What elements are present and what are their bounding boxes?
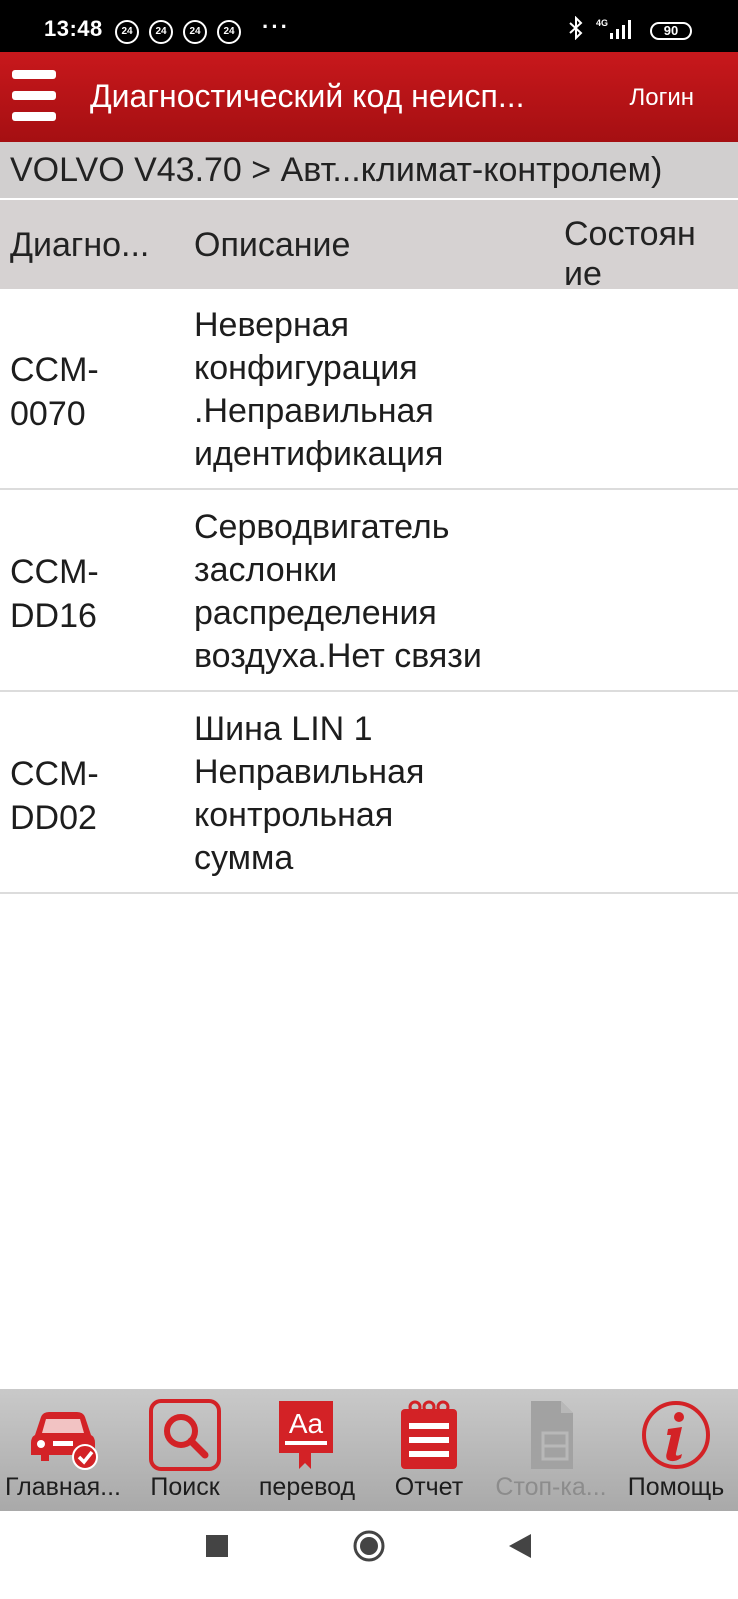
bottom-toolbar: Главная... Поиск Aa перевод Отчет Стоп-к…: [0, 1389, 738, 1511]
dtc-code: CCM- DD16: [10, 553, 99, 635]
table-row[interactable]: CCM- DD02 Шина LIN 1 Неправильная контрол…: [0, 694, 738, 894]
status-time: 13:48: [44, 16, 103, 41]
login-button[interactable]: Логин: [629, 84, 694, 112]
home-label: Главная...: [5, 1473, 121, 1501]
table-row[interactable]: CCM- DD16 Серводвигатель заслонки распред…: [0, 492, 738, 692]
breadcrumb: VOLVO V43.70 > Авт...климат-контролем): [0, 142, 738, 198]
notification-badge: 24: [115, 20, 139, 44]
system-nav-bar: [0, 1511, 738, 1599]
bluetooth-icon: [569, 16, 583, 40]
column-header-status: Состоян ие: [564, 215, 696, 289]
home-nav-icon[interactable]: [352, 1529, 386, 1563]
network-type: 4G: [596, 18, 609, 28]
page-title: Диагностический код неисп...: [90, 78, 525, 114]
report-button[interactable]: Отчет: [370, 1389, 488, 1511]
search-icon: [149, 1399, 221, 1471]
menu-button[interactable]: [12, 70, 56, 126]
search-label: Поиск: [150, 1473, 220, 1501]
dtc-description: Неверная конфигурация .Неправильная иден…: [194, 306, 444, 473]
dtc-code: CCM- DD02: [10, 755, 99, 837]
report-label: Отчет: [394, 1473, 464, 1501]
notification-badge: 24: [217, 20, 241, 44]
dtc-code: CCM- 0070: [10, 351, 99, 433]
freeze-frame-button[interactable]: Стоп-ка...: [488, 1389, 614, 1511]
freeze-frame-icon: [531, 1401, 573, 1469]
status-bar: 13:48 24 24 24 24 ··· 4G 90: [0, 0, 738, 52]
help-label: Помощь: [627, 1473, 725, 1501]
column-header-code: Диагно...: [10, 226, 150, 264]
notification-badge: 24: [149, 20, 173, 44]
translate-icon: Aa: [279, 1401, 333, 1469]
report-icon: [401, 1400, 457, 1469]
home-button[interactable]: Главная...: [0, 1389, 126, 1511]
freeze-frame-label: Стоп-ка...: [495, 1473, 607, 1501]
signal-icon: [610, 20, 631, 39]
more-notifications-icon: ···: [262, 14, 290, 39]
recents-icon[interactable]: [205, 1534, 229, 1558]
dtc-description: Шина LIN 1 Неправильная контрольная сумм…: [194, 710, 425, 877]
search-button[interactable]: Поиск: [126, 1389, 244, 1511]
column-header-description: Описание: [194, 226, 351, 264]
notification-badge: 24: [183, 20, 207, 44]
dtc-description: Серводвигатель заслонки распределения во…: [194, 508, 482, 675]
table-row[interactable]: CCM- 0070 Неверная конфигурация .Неправил…: [0, 290, 738, 490]
translate-label: перевод: [258, 1473, 356, 1501]
translate-button[interactable]: Aa перевод: [244, 1389, 370, 1511]
car-check-icon: [31, 1412, 98, 1470]
info-icon: [642, 1401, 710, 1469]
table-header: Диагно... Описание Состоян ие: [0, 200, 738, 289]
app-header: Диагностический код неисп... Логин: [0, 52, 738, 142]
back-icon[interactable]: [507, 1533, 533, 1559]
help-button[interactable]: Помощь: [614, 1389, 738, 1511]
battery-icon: 90: [650, 22, 692, 40]
svg-text:Aa: Aa: [289, 1408, 324, 1439]
